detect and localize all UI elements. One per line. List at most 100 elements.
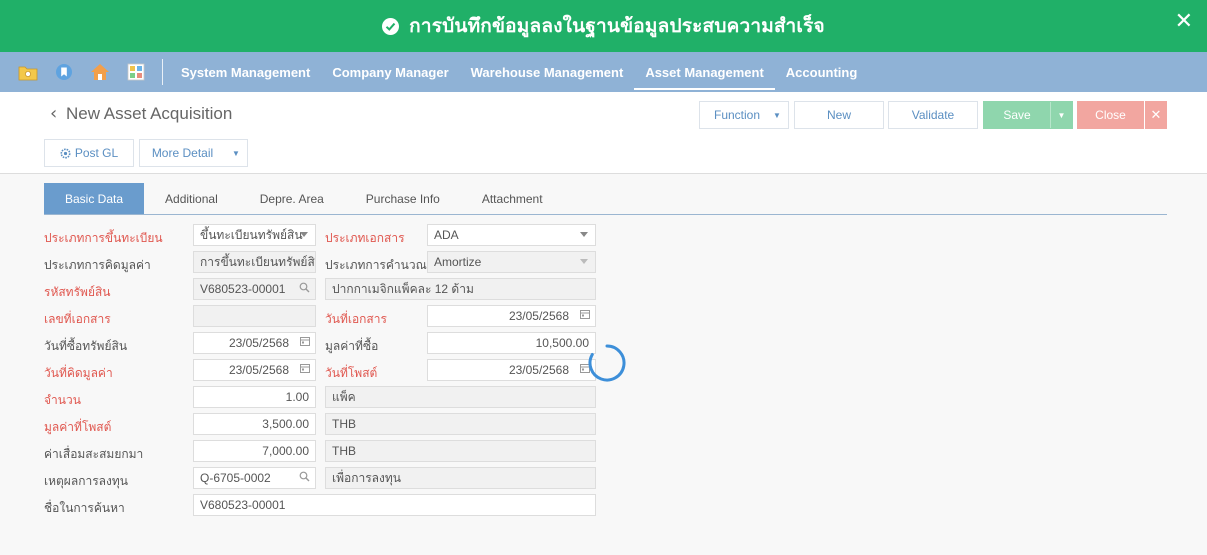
calendar-icon[interactable] [300, 336, 310, 349]
asset-code-field[interactable]: V680523-00001 [193, 278, 316, 300]
calculation-type-label: ประเภทการคำนวณ [325, 258, 427, 272]
document-type-value: ADA [434, 228, 459, 242]
function-button-label: Function [713, 108, 761, 122]
calendar-icon[interactable] [300, 363, 310, 376]
investment-reason-label: เหตุผลการลงทุน [44, 474, 128, 488]
chevron-down-icon [580, 259, 588, 264]
posted-value-currency: THB [332, 417, 356, 431]
more-detail-label: More Detail [151, 146, 214, 160]
menu-company-manager[interactable]: Company Manager [321, 52, 459, 92]
tab-attachment[interactable]: Attachment [461, 183, 564, 214]
quantity-label: จำนวน [44, 393, 81, 407]
purchase-value-label: มูลค่าที่ซื้อ [325, 339, 379, 353]
nav-divider [162, 59, 163, 85]
loading-spinner-icon [588, 344, 626, 382]
bookmark-icon[interactable] [54, 62, 74, 82]
document-no-label: เลขที่เอกสาร [44, 312, 111, 326]
close-x-button[interactable]: ✕ [1145, 101, 1167, 129]
tab-depre-area[interactable]: Depre. Area [239, 183, 345, 214]
asset-code-value: V680523-00001 [200, 282, 286, 296]
home-icon[interactable] [90, 62, 110, 82]
grid-report-icon[interactable] [126, 62, 146, 82]
search-name-field[interactable]: V680523-00001 [193, 494, 596, 516]
back-chevron-icon[interactable]: ‹ [50, 103, 57, 124]
folder-icon[interactable] [18, 62, 38, 82]
page-header: ‹ New Asset Acquisition Function ▼ New V… [0, 92, 1207, 174]
search-icon[interactable] [299, 471, 310, 485]
chevron-down-icon: ▼ [232, 148, 240, 158]
accumulated-depreciation-value: 7,000.00 [262, 444, 309, 458]
posted-value-currency-field: THB [325, 413, 596, 435]
calculation-type-value: Amortize [434, 255, 482, 269]
valuation-type-field: การขึ้นทะเบียนทรัพย์สิน [193, 251, 316, 273]
quantity-value: 1.00 [285, 390, 309, 404]
posting-date-value: 23/05/2568 [508, 363, 569, 377]
new-button[interactable]: New [794, 101, 884, 129]
calculation-type-select: Amortize [427, 251, 596, 273]
chevron-down-icon [580, 232, 588, 237]
chevron-down-icon [300, 232, 308, 237]
tab-purchase-info[interactable]: Purchase Info [345, 183, 461, 214]
posted-value-field[interactable]: 3,500.00 [193, 413, 316, 435]
document-date-field[interactable]: 23/05/2568 [427, 305, 596, 327]
document-type-label: ประเภทเอกสาร [325, 231, 405, 245]
accumulated-depreciation-field[interactable]: 7,000.00 [193, 440, 316, 462]
unit-value: แพ็ค [332, 389, 356, 404]
valuation-date-field[interactable]: 23/05/2568 [193, 359, 316, 381]
search-icon[interactable] [299, 282, 310, 296]
validate-button[interactable]: Validate [888, 101, 978, 129]
valuation-type-value: การขึ้นทะเบียนทรัพย์สิน [200, 254, 316, 269]
purchase-value-value: 10,500.00 [535, 336, 589, 350]
accumulated-depreciation-label: ค่าเสื่อมสะสมยกมา [44, 447, 144, 461]
valuation-date-label: วันที่คิดมูลค่า [44, 366, 113, 380]
investment-reason-field[interactable]: Q-6705-0002 [193, 467, 316, 489]
investment-reason-value: Q-6705-0002 [200, 471, 271, 485]
tab-bar: Basic Data Additional Depre. Area Purcha… [44, 183, 1167, 215]
asset-description-value: ปากกาเมจิกแพ็คละ 12 ด้าม [332, 281, 474, 296]
posted-value-value: 3,500.00 [262, 417, 309, 431]
valuation-date-value: 23/05/2568 [228, 363, 289, 377]
menu-system-management[interactable]: System Management [170, 52, 321, 92]
quantity-field[interactable]: 1.00 [193, 386, 316, 408]
close-button[interactable]: Close [1077, 101, 1144, 129]
save-dropdown-icon[interactable]: ▼ [1050, 102, 1072, 128]
search-name-value: V680523-00001 [200, 498, 286, 512]
post-gl-label: Post GL [74, 146, 119, 160]
document-type-select[interactable]: ADA [427, 224, 596, 246]
registration-type-select[interactable]: ขึ้นทะเบียนทรัพย์สิน [193, 224, 316, 246]
accumulated-depreciation-currency-field: THB [325, 440, 596, 462]
tab-additional[interactable]: Additional [144, 183, 239, 214]
chevron-down-icon: ▼ [773, 110, 781, 120]
top-navbar: System Management Company Manager Wareho… [0, 52, 1207, 92]
function-button[interactable]: Function ▼ [699, 101, 789, 129]
asset-purchase-date-field[interactable]: 23/05/2568 [193, 332, 316, 354]
menu-asset-management[interactable]: Asset Management [634, 52, 776, 92]
posting-date-field[interactable]: 23/05/2568 [427, 359, 596, 381]
asset-code-label: รหัสทรัพย์สิน [44, 285, 111, 299]
check-circle-icon [382, 17, 400, 35]
page-title: New Asset Acquisition [66, 104, 233, 123]
menu-warehouse-management[interactable]: Warehouse Management [460, 52, 635, 92]
document-date-value: 23/05/2568 [508, 309, 569, 323]
tab-basic-data[interactable]: Basic Data [44, 183, 145, 214]
unit-field: แพ็ค [325, 386, 596, 408]
accumulated-depreciation-currency: THB [332, 444, 356, 458]
investment-reason-description: เพื่อการลงทุน [332, 470, 401, 485]
asset-description-field: ปากกาเมจิกแพ็คละ 12 ด้าม [325, 278, 596, 300]
save-button-label: Save [1003, 108, 1031, 122]
banner-message: การบันทึกข้อมูลลงในฐานข้อมูลประสบความสำเ… [409, 15, 825, 37]
valuation-type-label: ประเภทการคิดมูลค่า [44, 258, 151, 272]
more-detail-button[interactable]: More Detail ▼ [139, 139, 248, 167]
menu-accounting[interactable]: Accounting [775, 52, 869, 92]
save-button[interactable]: Save ▼ [983, 101, 1073, 129]
post-gl-button[interactable]: Post GL [44, 139, 134, 167]
investment-reason-description-field: เพื่อการลงทุน [325, 467, 596, 489]
purchase-value-field[interactable]: 10,500.00 [427, 332, 596, 354]
search-name-label: ชื่อในการค้นหา [44, 501, 125, 515]
posting-date-label: วันที่โพสต์ [325, 366, 378, 380]
gear-icon [60, 148, 71, 159]
success-banner: การบันทึกข้อมูลลงในฐานข้อมูลประสบความสำเ… [0, 0, 1207, 52]
calendar-icon[interactable] [580, 309, 590, 322]
banner-close-icon[interactable]: ✕ [1175, 11, 1193, 33]
registration-type-label: ประเภทการขึ้นทะเบียน [44, 231, 163, 245]
